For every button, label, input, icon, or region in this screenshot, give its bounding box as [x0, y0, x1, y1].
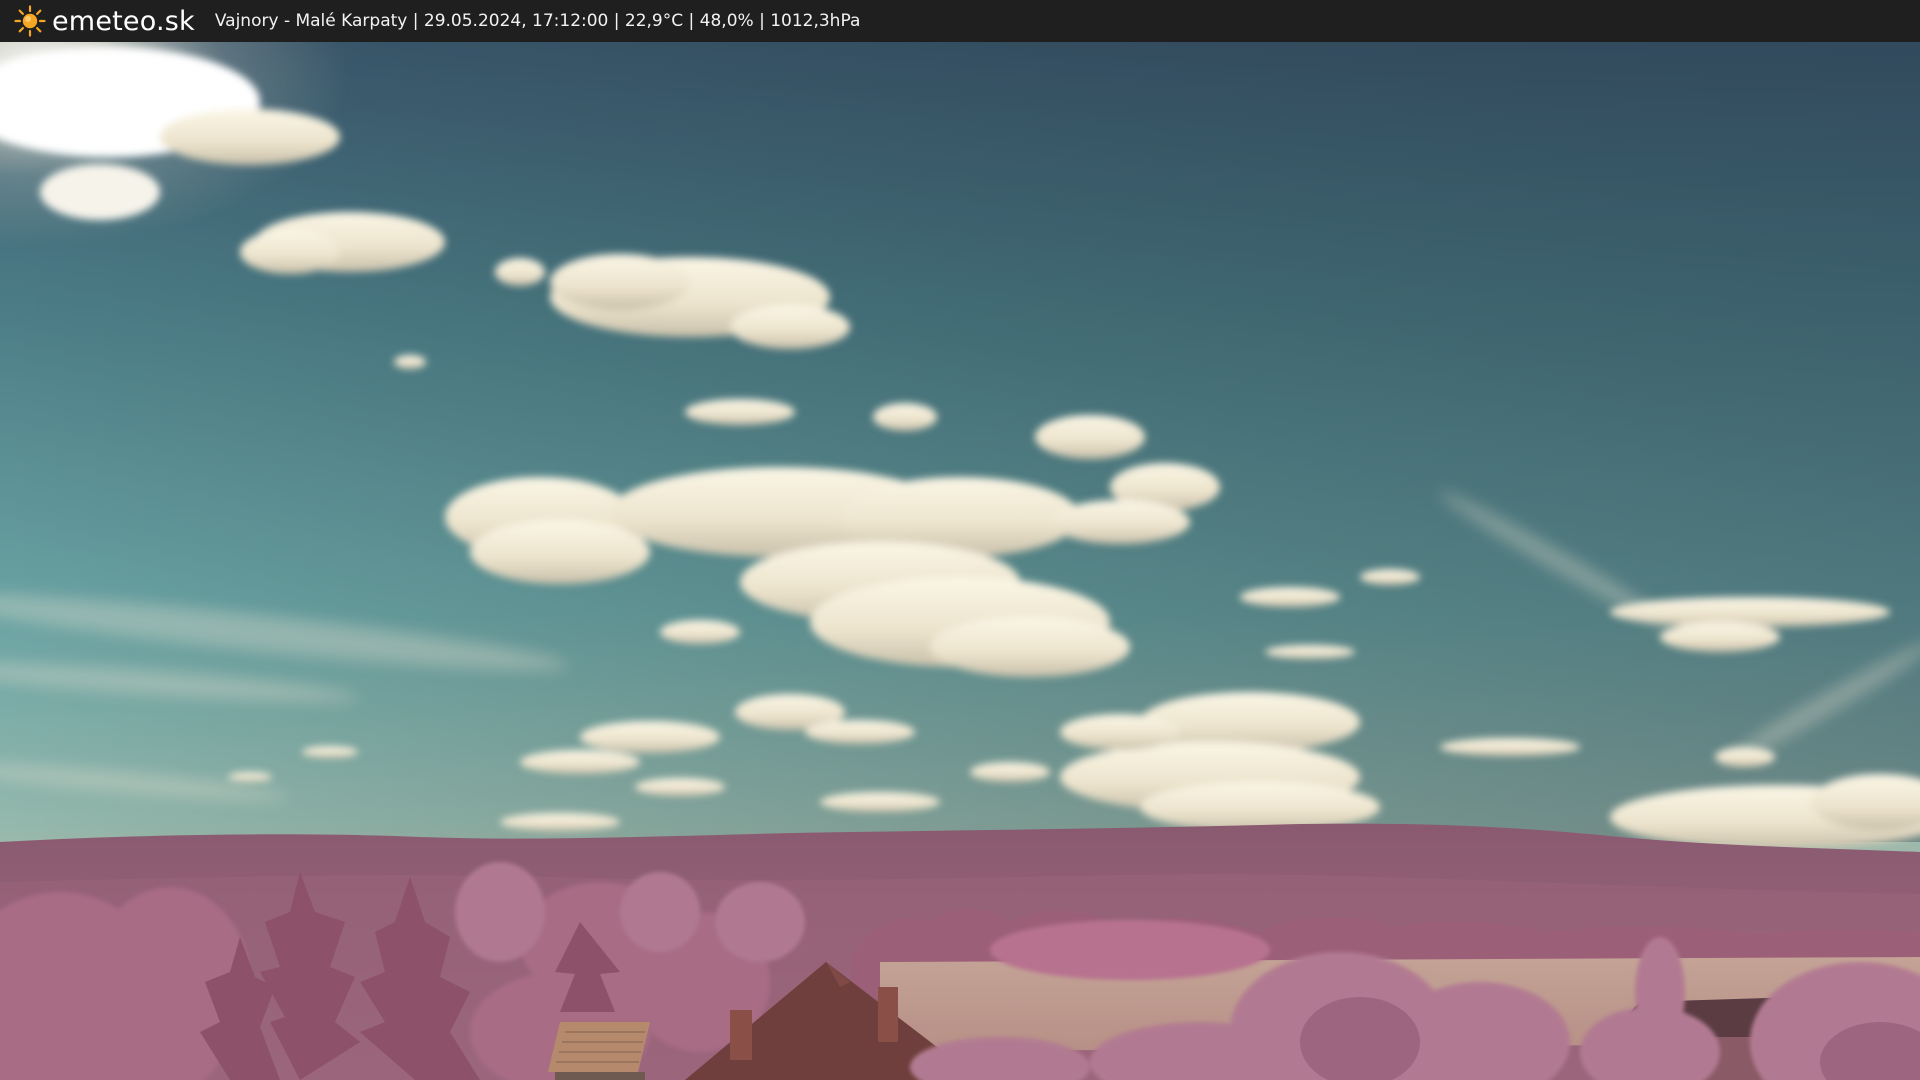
sun-icon	[14, 5, 46, 37]
brand-logo[interactable]: emeteo.sk	[14, 5, 195, 37]
landscape-photo	[0, 42, 1920, 1080]
top-bar: emeteo.sk Vajnory - Malé Karpaty | 29.05…	[0, 0, 1920, 42]
brand-name: emeteo.sk	[52, 5, 195, 37]
webcam-image	[0, 42, 1920, 1080]
webcam-caption: Vajnory - Malé Karpaty | 29.05.2024, 17:…	[214, 11, 861, 31]
house-left	[548, 1022, 650, 1080]
